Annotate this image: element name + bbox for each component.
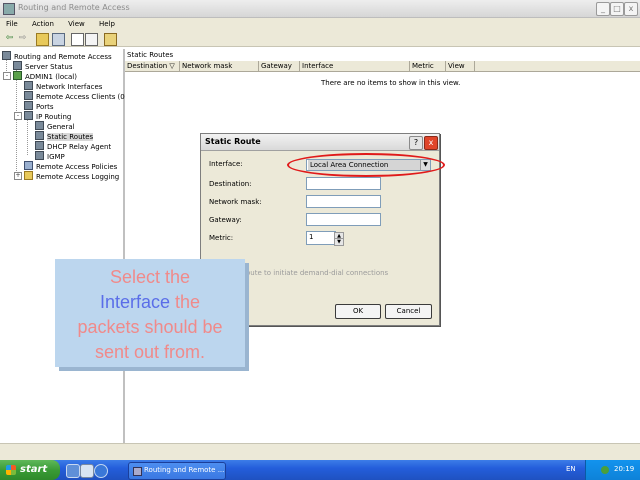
close-window-button[interactable]: x — [624, 2, 638, 16]
explorer-icon[interactable] — [80, 464, 94, 478]
tree-item-general[interactable]: General — [35, 121, 75, 131]
status-bar — [0, 443, 640, 461]
igmp-icon — [35, 151, 44, 160]
ok-button[interactable]: OK — [335, 304, 381, 319]
col-view[interactable]: View — [446, 61, 475, 71]
toolbar: ⇦ ⇨ — [0, 31, 640, 47]
clock[interactable]: 20:19 — [614, 465, 634, 473]
show-desktop-icon[interactable] — [66, 464, 80, 478]
taskbar-routing-window[interactable]: Routing and Remote ... — [128, 462, 226, 480]
col-interface[interactable]: Interface — [300, 61, 410, 71]
server-up-icon — [13, 71, 22, 80]
console-tree: Routing and Remote Access Server Status … — [0, 49, 127, 443]
network-icon — [24, 81, 33, 90]
tree-item-admin1[interactable]: ADMIN1 (local) — [13, 71, 77, 81]
taskbar: start Routing and Remote ... EN 20:19 — [0, 460, 640, 480]
callout-text: Select the Interface the packets should … — [77, 267, 223, 362]
tree-item-remote-access-clients[interactable]: Remote Access Clients (0) — [24, 91, 127, 101]
tree-item-root[interactable]: Routing and Remote Access — [2, 51, 112, 61]
dialog-help-button[interactable]: ? — [409, 136, 423, 150]
col-network-mask[interactable]: Network mask — [180, 61, 259, 71]
system-tray: 20:19 — [585, 460, 640, 480]
dialog-close-button[interactable]: x — [424, 136, 438, 150]
forward-icon[interactable]: ⇨ — [17, 33, 28, 44]
start-button[interactable]: start — [0, 460, 60, 480]
gateway-field[interactable] — [306, 213, 381, 226]
expand-logging-icon[interactable]: + — [14, 172, 22, 180]
minimize-button[interactable]: _ — [596, 2, 610, 16]
metric-label: Metric: — [209, 234, 234, 242]
maximize-button[interactable]: □ — [610, 2, 624, 16]
column-header: Destination ▽ Network mask Gateway Inter… — [125, 61, 640, 72]
tree-item-network-interfaces[interactable]: Network Interfaces — [24, 81, 102, 91]
empty-list-message: There are no items to show in this view. — [321, 79, 461, 87]
menu-help[interactable]: Help — [99, 18, 115, 31]
collapse-icon[interactable]: - — [3, 72, 11, 80]
interface-highlight-ellipse — [287, 153, 445, 177]
back-icon[interactable]: ⇦ — [4, 33, 15, 44]
network-mask-label: Network mask: — [209, 198, 262, 206]
tree-item-dhcp-relay-agent[interactable]: DHCP Relay Agent — [35, 141, 111, 151]
menu-file[interactable]: File — [6, 18, 18, 31]
show-hide-tree-icon[interactable] — [52, 33, 65, 46]
dialog-title: Static Route — [205, 137, 261, 146]
routing-icon — [24, 111, 33, 120]
metric-value: 1 — [309, 233, 314, 241]
interface-label: Interface: — [209, 160, 243, 168]
server-icon — [2, 51, 11, 60]
windows-logo-icon — [6, 465, 16, 475]
tree-item-remote-access-policies[interactable]: Remote Access Policies — [24, 161, 117, 171]
dhcp-icon — [35, 141, 44, 150]
tree-item-static-routes[interactable]: Static Routes — [35, 131, 94, 141]
dialog-title-bar: Static Route ? x — [201, 134, 439, 151]
tree-item-ports[interactable]: Ports — [24, 101, 54, 111]
spin-down-icon[interactable]: ▼ — [334, 238, 344, 246]
col-metric[interactable]: Metric — [410, 61, 446, 71]
menu-action[interactable]: Action — [32, 18, 54, 31]
static-routes-icon — [35, 131, 44, 140]
properties-icon[interactable] — [71, 33, 84, 46]
window-title-bar: Routing and Remote Access _ □ x — [0, 0, 640, 18]
metric-stepper[interactable]: 1 ▲ ▼ — [306, 231, 344, 246]
menu-bar: File Action View Help — [0, 18, 640, 31]
destination-field[interactable] — [306, 177, 381, 190]
app-icon — [3, 3, 15, 15]
network-mask-field[interactable] — [306, 195, 381, 208]
server-status-icon — [13, 61, 22, 70]
internet-explorer-icon[interactable] — [94, 464, 108, 478]
folder-icon — [24, 171, 33, 180]
collapse-ip-routing-icon[interactable]: - — [14, 112, 22, 120]
col-gateway[interactable]: Gateway — [259, 61, 300, 71]
tree-item-igmp[interactable]: IGMP — [35, 151, 65, 161]
menu-view[interactable]: View — [68, 18, 85, 31]
help-icon[interactable] — [104, 33, 117, 46]
destination-label: Destination: — [209, 180, 252, 188]
cancel-button[interactable]: Cancel — [385, 304, 432, 319]
routing-app-icon — [133, 467, 142, 476]
policy-icon — [24, 161, 33, 170]
clients-icon — [24, 91, 33, 100]
ports-icon — [24, 101, 33, 110]
network-tray-icon[interactable] — [601, 466, 609, 474]
export-list-icon[interactable] — [85, 33, 98, 46]
instruction-callout: Select the Interface the packets should … — [55, 259, 245, 367]
detail-title: Static Routes — [127, 51, 174, 59]
col-destination[interactable]: Destination ▽ — [125, 61, 180, 71]
language-indicator[interactable]: EN — [566, 465, 576, 473]
window-title: Routing and Remote Access — [18, 3, 130, 12]
up-folder-icon[interactable] — [36, 33, 49, 46]
gateway-label: Gateway: — [209, 216, 242, 224]
general-icon — [35, 121, 44, 130]
tree-item-server-status[interactable]: Server Status — [13, 61, 73, 71]
tree-item-remote-access-logging[interactable]: Remote Access Logging — [24, 171, 119, 181]
tree-item-ip-routing[interactable]: IP Routing — [24, 111, 71, 121]
